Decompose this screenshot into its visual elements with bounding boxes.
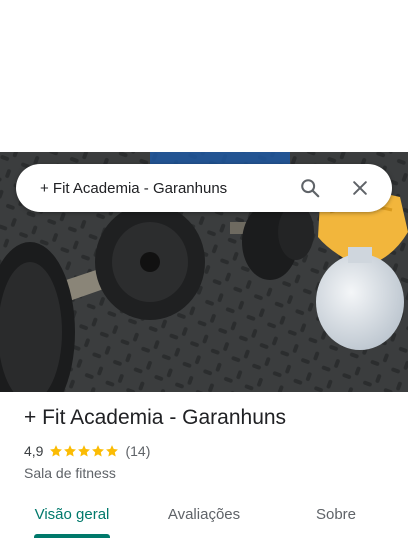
place-tabs: Visão geral Avaliações Sobre: [0, 494, 408, 544]
place-info: + Fit Academia - Garanhuns 4,9 (14) Sala…: [24, 404, 392, 481]
rating-value: 4,9: [24, 443, 44, 459]
active-tab-indicator: [34, 534, 110, 538]
place-category[interactable]: Sala de fitness: [24, 465, 392, 481]
search-bar[interactable]: + Fit Academia - Garanhuns: [16, 164, 392, 212]
star-icon: [64, 445, 77, 457]
review-count[interactable]: (14): [125, 443, 150, 459]
star-icon: [106, 445, 119, 457]
place-title: + Fit Academia - Garanhuns: [24, 406, 287, 429]
star-icon: [78, 445, 91, 457]
search-input[interactable]: + Fit Academia - Garanhuns: [40, 180, 290, 197]
tab-overview[interactable]: Visão geral: [20, 494, 124, 534]
star-icon: [92, 445, 105, 457]
star-icon: [50, 445, 63, 457]
search-icon[interactable]: [290, 168, 330, 208]
tab-reviews[interactable]: Avaliações: [152, 494, 256, 534]
map-area-blank: [0, 0, 408, 152]
rating-row[interactable]: 4,9 (14): [24, 442, 392, 460]
rating-stars: [49, 444, 119, 458]
close-icon[interactable]: [340, 168, 380, 208]
tab-about[interactable]: Sobre: [284, 494, 388, 534]
